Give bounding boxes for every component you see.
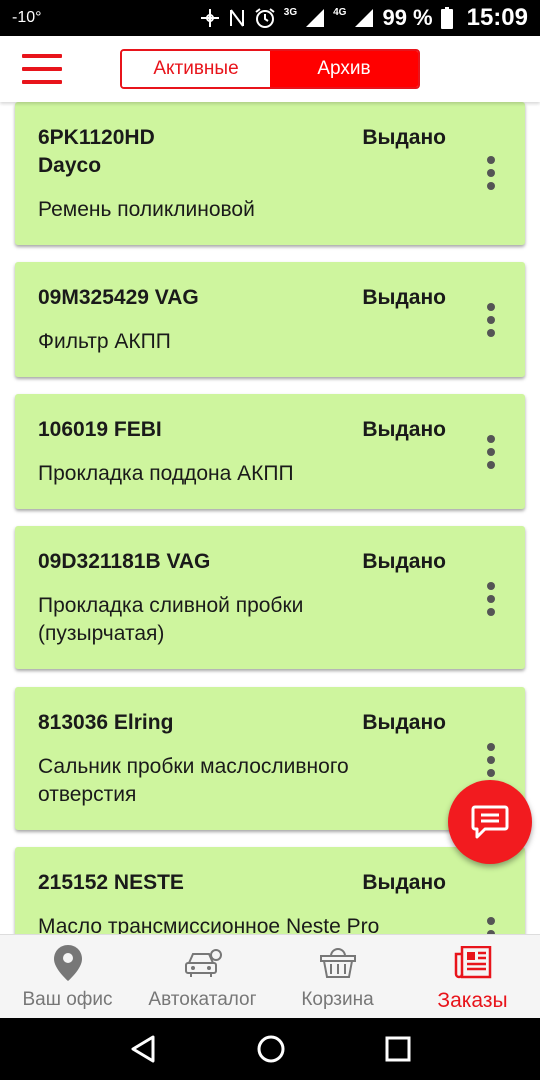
order-status: Выдано [362, 286, 446, 309]
order-card[interactable]: 09D321181B VAG Выдано Прокладка сливной … [15, 526, 525, 669]
app-header: Активные Архив [0, 36, 540, 102]
battery-percent: 99 % [382, 5, 433, 30]
recents-icon[interactable] [385, 1036, 411, 1062]
order-description-line2: (пузырчатая) [38, 622, 165, 645]
order-code: 09D321181B VAG [38, 550, 211, 573]
orders-tab-switch: Активные Архив [120, 49, 420, 89]
nav-orders[interactable]: Заказы [405, 935, 540, 1018]
chat-button[interactable] [448, 780, 532, 864]
order-description: Прокладка сливной пробки [38, 594, 304, 617]
nav-catalog[interactable]: Автокаталог [135, 935, 270, 1018]
more-options-icon[interactable] [479, 435, 503, 469]
order-status: Выдано [362, 126, 446, 149]
bottom-navigation: Ваш офис Автокаталог Корзина Заказы [0, 934, 540, 1018]
order-card[interactable]: 106019 FEBI Выдано Прокладка поддона АКП… [15, 394, 525, 509]
nav-catalog-label: Автокаталог [148, 989, 257, 1010]
network-3g-label: 3G [283, 6, 298, 18]
home-icon[interactable] [256, 1034, 286, 1064]
more-options-icon[interactable] [479, 303, 503, 337]
more-options-icon[interactable] [479, 582, 503, 616]
order-code: 813036 Elring [38, 711, 174, 734]
system-navigation-bar [0, 1018, 540, 1080]
network-4g-label: 4G [333, 6, 347, 18]
tab-active-orders[interactable]: Активные [122, 51, 270, 87]
order-status: Выдано [362, 550, 446, 573]
signal-3g-icon [305, 7, 325, 29]
order-description: Прокладка поддона АКПП [38, 462, 294, 485]
status-bar: -10° 3G 4G 99 % 15:09 [0, 0, 540, 36]
car-catalog-icon [184, 949, 222, 977]
order-card[interactable]: 09M325429 VAG Выдано Фильтр АКПП [15, 262, 525, 377]
order-status: Выдано [362, 418, 446, 441]
nav-cart[interactable]: Корзина [270, 935, 405, 1018]
order-description: Фильтр АКПП [38, 330, 171, 353]
temperature: -10° [12, 9, 42, 26]
clock: 15:09 [466, 4, 528, 31]
basket-icon [319, 948, 356, 978]
order-card[interactable]: 813036 Elring Выдано Сальник пробки масл… [15, 687, 525, 830]
order-code: 09M325429 VAG [38, 286, 199, 309]
more-options-icon[interactable] [479, 917, 503, 934]
order-code: 6PK1120HD [38, 126, 155, 149]
order-code: 106019 FEBI [38, 418, 162, 441]
nav-office-label: Ваш офис [22, 989, 113, 1010]
signal-4g-icon [354, 7, 374, 29]
order-code: 215152 NESTE [38, 871, 184, 894]
nav-orders-label: Заказы [437, 989, 508, 1012]
order-brand: Dayco [38, 154, 102, 177]
order-status: Выдано [362, 711, 446, 734]
order-description: Сальник пробки маслосливного [38, 755, 349, 778]
more-options-icon[interactable] [479, 156, 503, 190]
location-pin-icon [53, 945, 82, 981]
more-options-icon[interactable] [479, 743, 503, 777]
status-icons: 3G 4G 99 % 15:09 [200, 4, 528, 32]
order-description: Ремень поликлиновой [38, 198, 255, 221]
alarm-icon [254, 7, 276, 29]
battery-icon [440, 7, 453, 29]
orders-icon [454, 946, 491, 979]
nfc-icon [200, 7, 220, 29]
order-card[interactable]: 6PK1120HD Dayco Выдано Ремень поликлинов… [15, 102, 525, 245]
back-icon[interactable] [129, 1034, 157, 1064]
nav-office[interactable]: Ваш офис [0, 935, 135, 1018]
nav-cart-label: Корзина [301, 989, 374, 1010]
chat-icon [471, 805, 509, 839]
order-status: Выдано [362, 871, 446, 894]
order-description: Масло трансмиссионное Neste Pro [38, 915, 380, 934]
order-description-line2: отверстия [38, 783, 137, 806]
menu-icon[interactable] [22, 54, 62, 84]
order-card[interactable]: 215152 NESTE Выдано Масло трансмиссионно… [15, 847, 525, 934]
tab-archive[interactable]: Архив [270, 51, 418, 87]
no-nfc-icon [228, 7, 246, 29]
